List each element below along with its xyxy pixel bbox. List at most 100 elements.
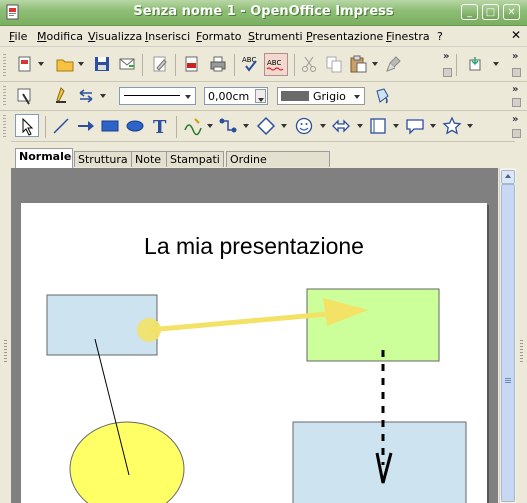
stars-dropdown-icon[interactable]: [467, 124, 473, 128]
copy-icon[interactable]: [324, 54, 344, 74]
arrow-style-dropdown-icon[interactable]: [100, 94, 106, 98]
right-frame: [515, 140, 527, 503]
stars-icon[interactable]: [442, 116, 462, 136]
toolbar-overflow-icon-3[interactable]: »: [512, 84, 518, 95]
block-arrows-icon[interactable]: [331, 116, 351, 136]
toolbar-overflow-icon[interactable]: »: [443, 51, 449, 62]
line-color-select[interactable]: Grigio 6: [277, 87, 365, 105]
callouts-icon[interactable]: [405, 116, 425, 136]
tab-stampati[interactable]: Stampati: [166, 151, 224, 167]
menu-presentazione[interactable]: Presentazione: [306, 30, 383, 43]
chevron-down-icon: [185, 95, 191, 99]
toolbar-menu-icon-4[interactable]: [512, 129, 521, 138]
basic-shapes-dropdown-icon[interactable]: [281, 124, 287, 128]
rectangle-icon[interactable]: [100, 116, 120, 136]
minimize-button[interactable]: _: [461, 4, 478, 20]
menu-finestra[interactable]: Finestra: [386, 30, 430, 43]
arrow-icon[interactable]: [76, 116, 96, 136]
vertical-scrollbar[interactable]: [499, 168, 516, 503]
menu-inserisci[interactable]: Inserisci: [145, 30, 190, 43]
toolbar-grip[interactable]: [3, 54, 6, 76]
cut-icon[interactable]: [299, 54, 319, 74]
tab-note[interactable]: Note: [131, 151, 167, 167]
line-icon[interactable]: [52, 86, 72, 106]
ellipse-icon[interactable]: [125, 116, 145, 136]
line-width-value: 0,00cm: [208, 90, 250, 103]
menu-modifica[interactable]: Modifica: [37, 30, 83, 43]
line-width-field[interactable]: 0,00cm: [204, 87, 268, 105]
autospell-button[interactable]: ABC: [264, 53, 288, 76]
format-paintbrush-icon[interactable]: [384, 54, 404, 74]
maximize-button[interactable]: □: [482, 4, 499, 20]
toolbar-overflow-icon-4[interactable]: »: [512, 114, 518, 125]
navigator-dropdown-icon[interactable]: [493, 62, 499, 66]
email-icon[interactable]: [117, 54, 137, 74]
connector-icon[interactable]: [218, 116, 238, 136]
flowchart-icon[interactable]: [368, 116, 388, 136]
toolbar-grip[interactable]: [3, 86, 6, 106]
yellow-arrow-start[interactable]: [137, 318, 161, 342]
toolbar-grip[interactable]: [3, 115, 6, 137]
styles-formatting-icon[interactable]: [15, 86, 35, 106]
symbol-shapes-dropdown-icon[interactable]: [320, 124, 326, 128]
tab-normale[interactable]: Normale: [15, 148, 73, 168]
separator: [294, 54, 295, 76]
scroll-up-button[interactable]: [501, 170, 515, 184]
view-tabs: Normale Struttura Note Stampati Ordine d…: [11, 148, 515, 181]
separator: [234, 54, 235, 76]
title-bar: Senza nome 1 - OpenOffice Impress _ □ ✕: [0, 0, 527, 26]
text-icon[interactable]: T: [150, 116, 170, 136]
paste-dropdown-icon[interactable]: [372, 62, 378, 66]
toolbar-menu-icon-3[interactable]: [512, 98, 521, 107]
pdf-icon[interactable]: [182, 54, 202, 74]
paste-icon[interactable]: [348, 54, 368, 74]
symbol-shapes-icon[interactable]: [294, 116, 314, 136]
new-dropdown-icon[interactable]: [38, 62, 44, 66]
separator: [176, 116, 177, 138]
open-dropdown-icon[interactable]: [78, 62, 84, 66]
doc-close-icon[interactable]: ✕: [511, 28, 521, 42]
slide-canvas[interactable]: La mia presentazione: [21, 203, 487, 503]
spin-icon[interactable]: [255, 89, 266, 103]
toolbar-overflow-icon-2[interactable]: »: [512, 51, 518, 62]
curve-dropdown-icon[interactable]: [207, 124, 213, 128]
left-frame: [0, 140, 11, 503]
scroll-thumb[interactable]: [501, 184, 515, 502]
basic-shapes-icon[interactable]: [256, 116, 276, 136]
menu-help[interactable]: ?: [437, 30, 443, 43]
edit-icon[interactable]: [150, 54, 170, 74]
line-fill-toolbar: 0,00cm Grigio 6 »: [0, 82, 527, 111]
select-button[interactable]: [15, 114, 39, 137]
line-style-select[interactable]: [119, 87, 196, 105]
curve-icon[interactable]: [183, 116, 203, 136]
slide-shapes: [46, 288, 467, 503]
standard-toolbar: ABC ABC » »: [0, 48, 527, 82]
separator: [142, 54, 143, 76]
pane-splitter-handle-right[interactable]: [520, 340, 523, 364]
area-fill-icon[interactable]: [372, 86, 392, 106]
menu-strumenti[interactable]: Strumenti: [248, 30, 303, 43]
toolbar-menu-icon[interactable]: [443, 68, 452, 77]
navigator-icon[interactable]: [466, 54, 486, 74]
menu-formato[interactable]: Formato: [196, 30, 242, 43]
print-icon[interactable]: [208, 54, 228, 74]
block-arrows-dropdown-icon[interactable]: [357, 124, 363, 128]
spellcheck-icon[interactable]: ABC: [241, 54, 261, 74]
flowchart-dropdown-icon[interactable]: [393, 124, 399, 128]
pointer-icon: [22, 117, 34, 136]
toolbar-menu-icon-2[interactable]: [512, 68, 521, 77]
pane-splitter-handle[interactable]: [4, 340, 7, 364]
close-button[interactable]: ✕: [503, 4, 520, 20]
menu-visualizza[interactable]: Visualizza: [88, 30, 142, 43]
new-icon[interactable]: [15, 54, 35, 74]
open-icon[interactable]: [55, 54, 75, 74]
tab-struttura[interactable]: Struttura: [74, 151, 132, 167]
arrow-style-icon[interactable]: [76, 86, 96, 106]
menu-file[interactable]: File: [9, 30, 27, 43]
callouts-dropdown-icon[interactable]: [430, 124, 436, 128]
save-icon[interactable]: [92, 54, 112, 74]
line-tool-icon[interactable]: [51, 116, 71, 136]
connector-dropdown-icon[interactable]: [243, 124, 249, 128]
tab-ordine-diapositive[interactable]: Ordine diapositive: [226, 151, 330, 181]
yellow-ellipse[interactable]: [69, 421, 185, 503]
